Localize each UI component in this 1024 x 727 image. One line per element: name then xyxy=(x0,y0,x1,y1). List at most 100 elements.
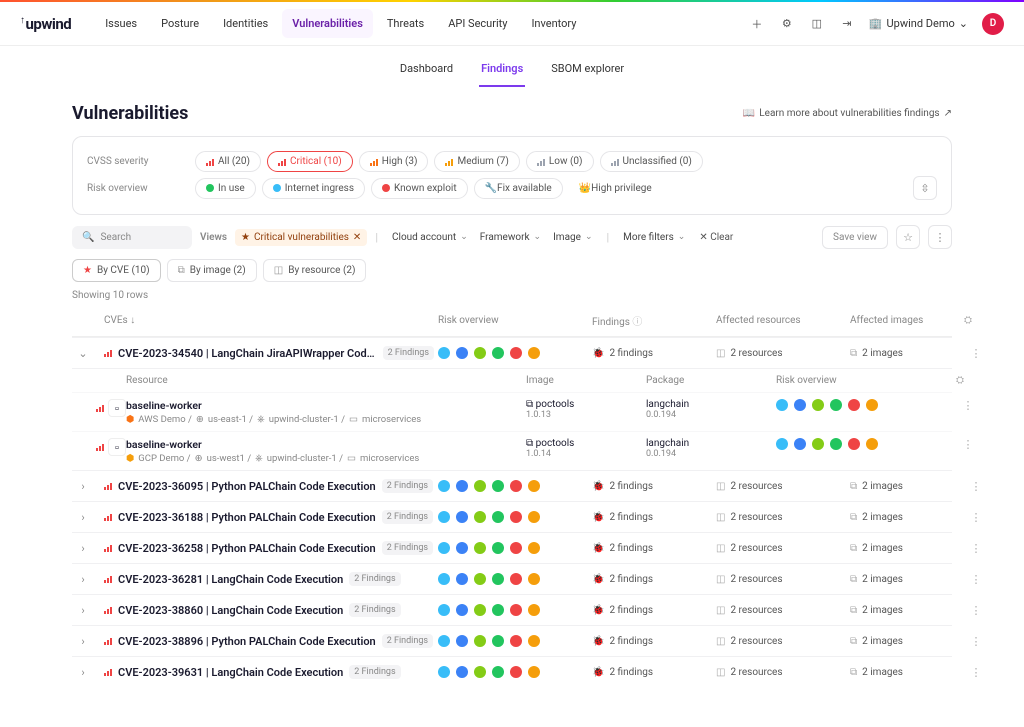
logo[interactable]: upwind xyxy=(20,15,71,33)
expand-caret[interactable]: › xyxy=(76,511,90,524)
severity-pill[interactable]: Critical (10) xyxy=(267,151,353,172)
risk-pill[interactable]: In use xyxy=(195,178,256,199)
col-risk[interactable]: Risk overview xyxy=(438,315,588,326)
search-input[interactable]: 🔍 Search xyxy=(72,226,192,249)
severity-icon xyxy=(104,606,112,614)
subnav-findings[interactable]: Findings xyxy=(479,56,525,87)
table-row[interactable]: ›CVE-2023-36281 | LangChain Code Executi… xyxy=(72,563,952,594)
risk-label: Risk overview xyxy=(87,183,187,194)
table-row[interactable]: › CVE-2023-36095 | Python PALChain Code E… xyxy=(72,470,952,501)
table-row[interactable]: ›CVE-2023-38896 | Python PALChain Code E… xyxy=(72,625,952,656)
row-menu-icon[interactable]: ⋮ xyxy=(964,542,988,555)
expand-caret[interactable]: › xyxy=(76,480,90,493)
cve-title: CVE-2023-36188 | Python PALChain Code Ex… xyxy=(118,511,376,524)
row-menu-icon[interactable]: ⋮ xyxy=(964,635,988,648)
severity-icon xyxy=(104,637,112,645)
row-menu-icon[interactable]: ⋮ xyxy=(964,604,988,617)
col-settings-icon[interactable]: ⛭ xyxy=(964,315,988,326)
table-row[interactable]: ⌄ CVE-2023-34540 | LangChain JiraAPIWrapp… xyxy=(72,337,952,368)
resource-name: baseline-worker xyxy=(126,438,526,451)
row-menu-icon[interactable]: ⋮ xyxy=(964,511,988,524)
risk-icons xyxy=(776,438,956,450)
expand-caret[interactable]: › xyxy=(76,635,90,648)
risk-icons xyxy=(438,347,588,359)
nav-posture[interactable]: Posture xyxy=(151,9,209,38)
subnav-dashboard[interactable]: Dashboard xyxy=(398,56,455,87)
row-menu-icon[interactable]: ⋮ xyxy=(964,480,988,493)
findings-count: 🐞2 findings xyxy=(592,481,712,492)
findings-badge: 2 Findings xyxy=(349,665,400,679)
risk-pill[interactable]: Known exploit xyxy=(371,178,468,199)
col-findings[interactable]: Findings ⓘ xyxy=(592,313,712,328)
row-menu-icon[interactable]: ⋮ xyxy=(956,438,980,451)
risk-icons xyxy=(438,604,588,616)
severity-pill[interactable]: Unclassified (0) xyxy=(600,151,703,172)
row-menu-icon[interactable]: ⋮ xyxy=(964,347,988,360)
logout-icon[interactable]: ⇥ xyxy=(839,16,855,32)
severity-pill[interactable]: High (3) xyxy=(359,151,429,172)
resource-row[interactable]: ▫baseline-worker⬢ AWS Demo / ⊕ us-east-1… xyxy=(72,392,952,431)
grouper[interactable]: ⧉ By image (2) xyxy=(167,259,257,282)
resources-count: ◫2 resources xyxy=(716,512,846,523)
filter-dropdown-cloud-account[interactable]: Cloud account xyxy=(386,228,474,247)
table-row[interactable]: ›CVE-2023-36258 | Python PALChain Code E… xyxy=(72,532,952,563)
risk-pill[interactable]: 👑High privilege xyxy=(569,178,662,199)
more-filters-dropdown[interactable]: More filters xyxy=(617,228,691,247)
panel-icon[interactable]: ◫ xyxy=(809,16,825,32)
learn-more-link[interactable]: 📖 Learn more about vulnerabilities findi… xyxy=(743,108,952,119)
row-menu-icon[interactable]: ⋮ xyxy=(964,573,988,586)
table-row[interactable]: ›CVE-2023-38860 | LangChain Code Executi… xyxy=(72,594,952,625)
images-count: ⧉2 images xyxy=(850,543,960,554)
expand-caret[interactable]: › xyxy=(76,666,90,679)
filter-collapse-icon[interactable]: ⇳ xyxy=(913,176,937,200)
save-view-button[interactable]: Save view xyxy=(822,226,888,249)
page-title: Vulnerabilities xyxy=(72,103,188,124)
col-images[interactable]: Affected images xyxy=(850,315,960,326)
nav-issues[interactable]: Issues xyxy=(95,9,147,38)
findings-badge: 2 Findings xyxy=(382,479,433,493)
col-resources[interactable]: Affected resources xyxy=(716,315,846,326)
expand-caret[interactable]: › xyxy=(76,604,90,617)
grouper[interactable]: ◫ By resource (2) xyxy=(263,259,367,282)
expand-caret[interactable]: › xyxy=(76,573,90,586)
nav-inventory[interactable]: Inventory xyxy=(521,9,586,38)
nav-api-security[interactable]: API Security xyxy=(438,9,517,38)
cve-title: CVE-2023-36095 | Python PALChain Code Ex… xyxy=(118,480,376,493)
grouper[interactable]: ★ By CVE (10) xyxy=(72,259,161,282)
more-menu-icon[interactable]: ⋮ xyxy=(928,225,952,249)
toolbar: 🔍 Search Views ★ Critical vulnerabilitie… xyxy=(72,225,952,249)
table-row[interactable]: ›CVE-2023-39631 | LangChain Code Executi… xyxy=(72,656,952,687)
risk-icons xyxy=(438,542,588,554)
active-view-chip[interactable]: ★ Critical vulnerabilities ✕ xyxy=(235,229,367,246)
severity-pill[interactable]: Medium (7) xyxy=(434,151,519,172)
org-switcher[interactable]: 🏢 Upwind Demo ⌄ xyxy=(869,17,968,30)
filter-dropdown-image[interactable]: Image xyxy=(547,228,598,247)
row-menu-icon[interactable]: ⋮ xyxy=(964,666,988,679)
cve-title: CVE-2023-34540 | LangChain JiraAPIWrappe… xyxy=(118,347,377,360)
expand-caret[interactable]: ⌄ xyxy=(76,347,90,360)
nav-vulnerabilities[interactable]: Vulnerabilities xyxy=(282,9,373,38)
row-menu-icon[interactable]: ⋮ xyxy=(956,399,980,412)
severity-pill[interactable]: All (20) xyxy=(195,151,261,172)
images-count: ⧉2 images xyxy=(850,348,960,359)
resource-row[interactable]: ▫baseline-worker⬢ GCP Demo / ⊕ us-west1 … xyxy=(72,431,952,470)
package-cell: langchain0.0.194 xyxy=(646,438,776,459)
nav-threats[interactable]: Threats xyxy=(377,9,434,38)
risk-pill[interactable]: 🔧Fix available xyxy=(474,178,563,199)
filter-dropdown-framework[interactable]: Framework xyxy=(474,228,547,247)
expand-caret[interactable]: › xyxy=(76,542,90,555)
risk-icons xyxy=(438,480,588,492)
avatar[interactable]: D xyxy=(982,13,1004,35)
gear-icon[interactable]: ⚙ xyxy=(779,16,795,32)
add-icon[interactable]: ＋ xyxy=(749,16,765,32)
risk-pill[interactable]: Internet ingress xyxy=(262,178,365,199)
nav-identities[interactable]: Identities xyxy=(213,9,278,38)
images-count: ⧉2 images xyxy=(850,636,960,647)
subnav-sbom-explorer[interactable]: SBOM explorer xyxy=(549,56,626,87)
table-row[interactable]: › CVE-2023-36188 | Python PALChain Code E… xyxy=(72,501,952,532)
clear-filters[interactable]: ✕ Clear xyxy=(699,232,733,243)
col-cves[interactable]: CVEs xyxy=(104,315,434,326)
severity-icon xyxy=(104,575,112,583)
bookmark-icon[interactable]: ☆ xyxy=(896,225,920,249)
severity-pill[interactable]: Low (0) xyxy=(526,151,594,172)
